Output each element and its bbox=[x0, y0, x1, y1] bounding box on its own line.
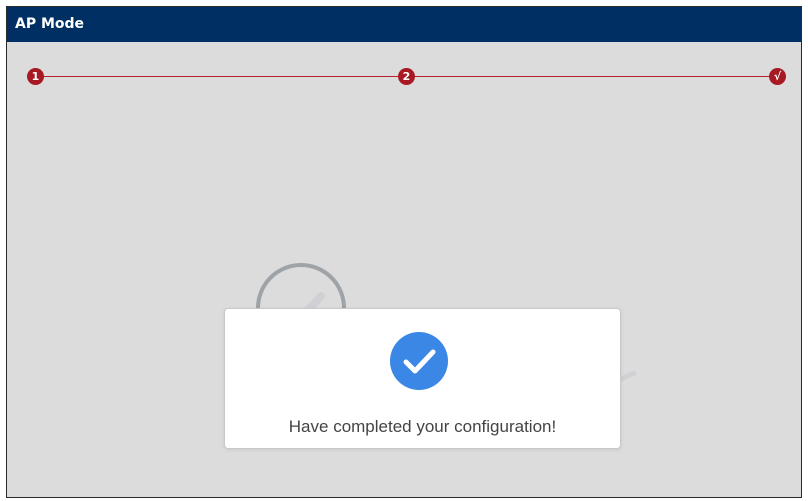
window-title: AP Mode bbox=[7, 7, 801, 42]
step-connector bbox=[35, 76, 406, 77]
step-connector bbox=[406, 76, 778, 77]
ap-mode-window: AP Mode 1 2 √ Have completed your config… bbox=[6, 6, 802, 498]
completion-dialog: Have completed your configuration! bbox=[224, 308, 621, 449]
step-complete-indicator: √ bbox=[769, 68, 786, 85]
completion-message: Have completed your configuration! bbox=[288, 417, 557, 436]
progress-steps: 1 2 √ bbox=[7, 65, 801, 89]
step-2-indicator: 2 bbox=[398, 68, 415, 85]
step-1-indicator: 1 bbox=[27, 68, 44, 85]
check-circle-icon bbox=[390, 332, 448, 390]
